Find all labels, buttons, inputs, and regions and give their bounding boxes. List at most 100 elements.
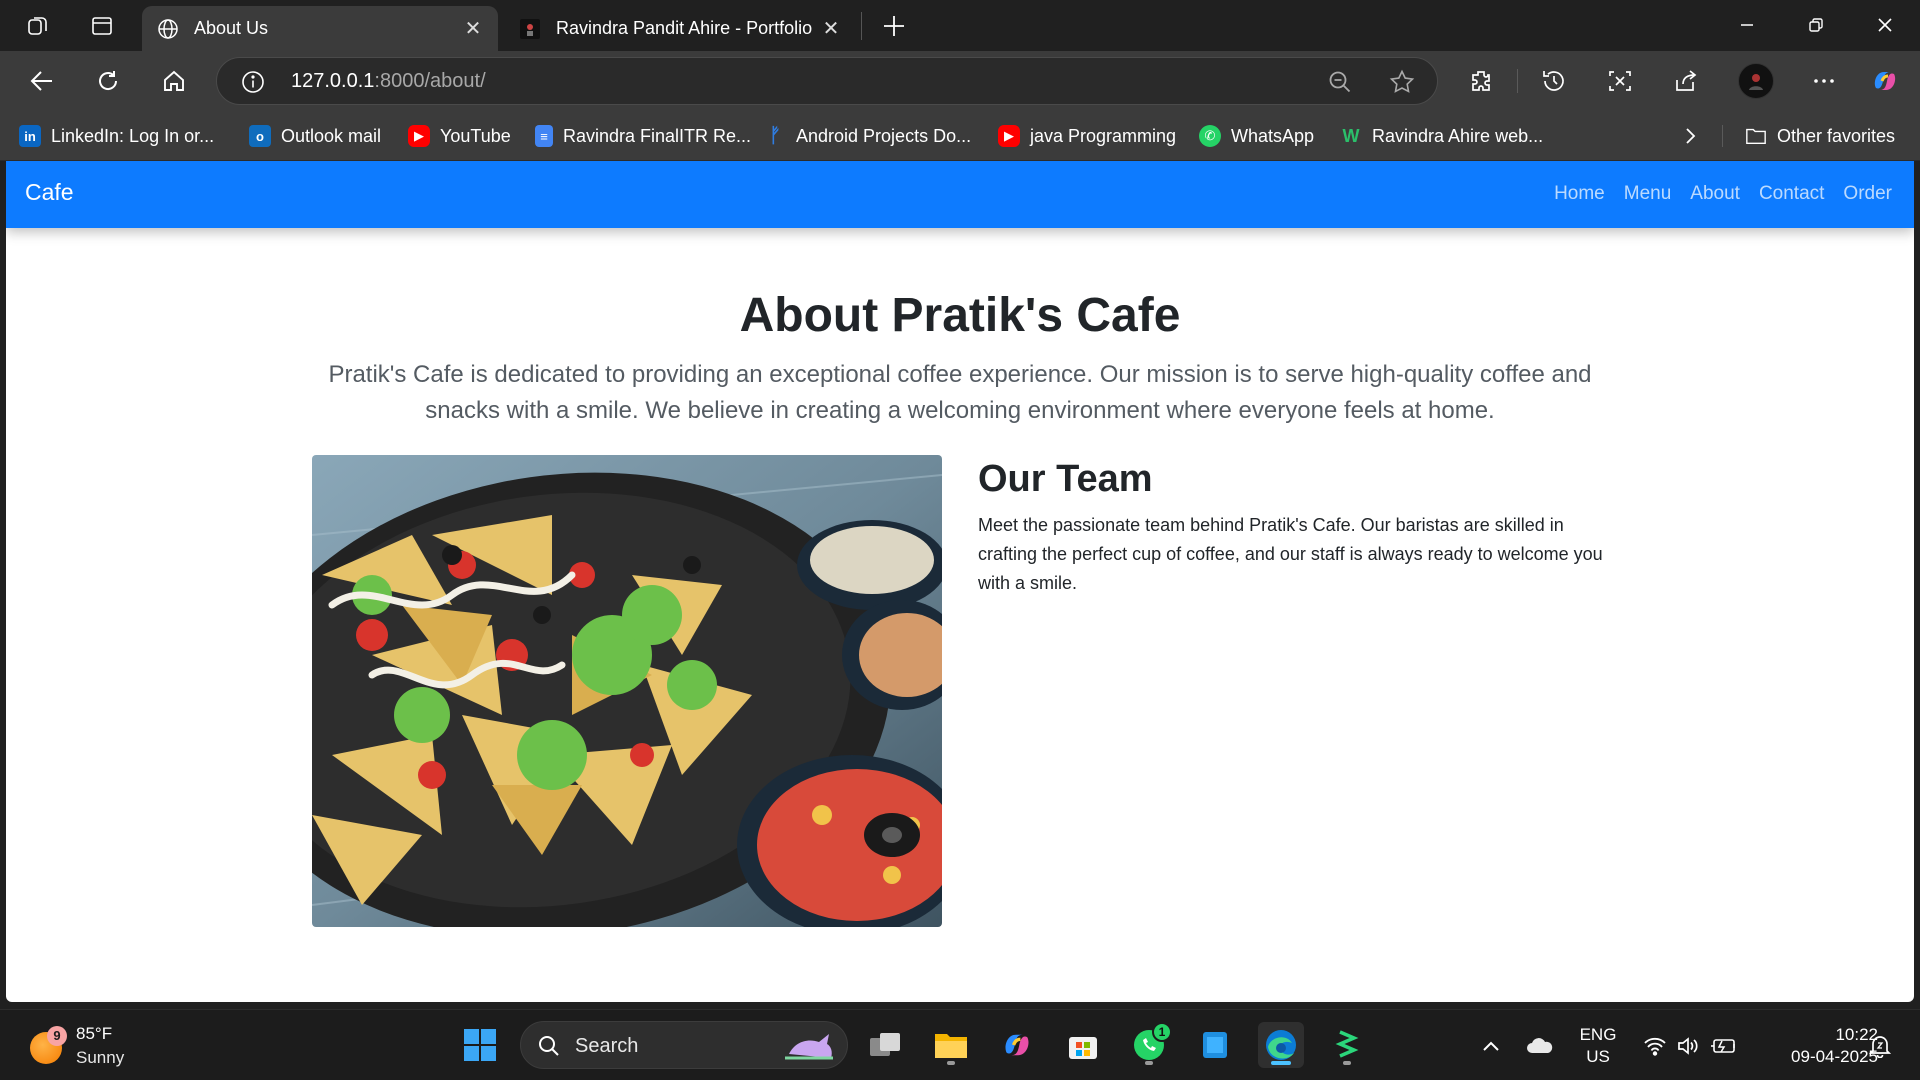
flutter-icon: ᚠ — [769, 124, 781, 147]
nav-links: Home Menu About Contact Order — [1554, 183, 1892, 205]
more-bookmarks-chevron-icon[interactable] — [1682, 123, 1698, 149]
url-text[interactable]: 127.0.0.1:8000/about/ — [291, 70, 486, 93]
battery-icon[interactable] — [1707, 1010, 1741, 1080]
docs-icon: ≡ — [535, 125, 553, 147]
bookmark-label: Android Projects Do... — [796, 125, 972, 146]
whatsapp-icon: ✆ — [1199, 125, 1221, 147]
bookmark-label: YouTube — [440, 125, 511, 146]
edge-browser-icon[interactable] — [1258, 1022, 1304, 1068]
search-highlight-icon — [785, 1034, 833, 1060]
nav-about[interactable]: About — [1690, 183, 1740, 205]
close-tab-icon[interactable]: ✕ — [820, 16, 842, 41]
zoom-out-icon[interactable] — [1327, 69, 1353, 100]
bookmark-ravindra-web[interactable]: W Ravindra Ahire web... — [1340, 123, 1544, 149]
copilot-app-icon[interactable] — [994, 1022, 1040, 1068]
volume-icon[interactable] — [1673, 1010, 1703, 1080]
home-icon[interactable] — [159, 66, 189, 96]
language-indicator[interactable]: ENG US — [1578, 1024, 1618, 1068]
favorite-star-icon[interactable] — [1389, 69, 1415, 100]
toolbar-divider — [1517, 69, 1518, 93]
app-terminal-icon[interactable] — [1324, 1022, 1370, 1068]
tab-title: Ravindra Pandit Ahire - Portfolio — [556, 18, 813, 38]
bookmark-linkedin[interactable]: in LinkedIn: Log In or... — [19, 123, 214, 149]
close-tab-icon[interactable]: ✕ — [462, 16, 484, 41]
copilot-icon[interactable] — [1870, 66, 1900, 96]
restore-icon[interactable] — [1801, 10, 1831, 40]
new-tab-icon[interactable] — [880, 12, 908, 40]
show-hidden-icons-chevron-icon[interactable] — [1476, 1010, 1506, 1080]
weather-badge: 9 — [47, 1026, 67, 1046]
profile-avatar[interactable] — [1738, 63, 1774, 99]
onedrive-icon[interactable] — [1522, 1010, 1558, 1080]
clock-date: 09-04-2025 — [1791, 1047, 1878, 1066]
bookmark-label: Ravindra FinalITR Re... — [563, 125, 752, 146]
taskbar: 9 85°F Sunny Search 1 ENG US 10:22 09-04… — [0, 1009, 1920, 1080]
workspaces-icon[interactable] — [24, 12, 52, 40]
clock[interactable]: 10:22 09-04-2025 — [1754, 1024, 1878, 1068]
task-view-icon[interactable] — [862, 1022, 908, 1068]
running-indicator — [1145, 1061, 1153, 1065]
nav-contact[interactable]: Contact — [1759, 183, 1824, 205]
close-window-icon[interactable] — [1870, 10, 1900, 40]
globe-icon — [156, 17, 180, 41]
notifications-bell-icon[interactable] — [1864, 1010, 1896, 1080]
site-navbar: Cafe Home Menu About Contact Order — [6, 161, 1914, 228]
other-favorites[interactable]: Other favorites — [1745, 123, 1895, 149]
wifi-icon[interactable] — [1640, 1010, 1670, 1080]
address-bar[interactable]: 127.0.0.1:8000/about/ — [216, 57, 1438, 105]
bookmark-outlook[interactable]: o Outlook mail — [249, 123, 381, 149]
bookmark-label: Ravindra Ahire web... — [1372, 125, 1544, 146]
nachos-image — [312, 455, 942, 927]
keyboard-region: US — [1586, 1047, 1610, 1066]
tab-actions-icon[interactable] — [88, 12, 116, 40]
address-toolbar: 127.0.0.1:8000/about/ — [0, 51, 1920, 111]
youtube-icon: ▶ — [408, 125, 430, 147]
tab-about-us[interactable]: About Us ✕ — [142, 6, 498, 51]
back-icon[interactable] — [27, 66, 57, 96]
share-icon[interactable] — [1671, 66, 1701, 96]
bookmark-youtube[interactable]: ▶ YouTube — [408, 123, 511, 149]
bookmark-android-projects[interactable]: ᚠ Android Projects Do... — [764, 123, 971, 149]
microsoft-store-icon[interactable] — [1060, 1022, 1106, 1068]
youtube-icon: ▶ — [998, 125, 1020, 147]
weather-condition[interactable]: Sunny — [76, 1048, 124, 1068]
history-icon[interactable] — [1539, 66, 1569, 96]
intro-paragraph: Pratik's Cafe is dedicated to providing … — [328, 361, 1592, 424]
more-options-icon[interactable] — [1809, 66, 1839, 96]
bookmark-label: Outlook mail — [281, 125, 382, 146]
tab-bar: About Us ✕ Ravindra Pandit Ahire - Portf… — [0, 0, 1920, 51]
file-explorer-icon[interactable] — [928, 1022, 974, 1068]
bookmark-whatsapp[interactable]: ✆ WhatsApp — [1199, 123, 1314, 149]
linkedin-icon: in — [19, 125, 41, 147]
weather-temperature[interactable]: 85°F — [76, 1024, 112, 1044]
site-info-icon[interactable] — [241, 70, 265, 99]
tab-title: About Us — [194, 18, 269, 38]
taskbar-search[interactable]: Search — [520, 1021, 848, 1069]
outlook-icon: o — [249, 125, 271, 147]
extensions-icon[interactable] — [1466, 66, 1496, 96]
minimize-icon[interactable] — [1732, 10, 1762, 40]
bookmark-label: WhatsApp — [1231, 125, 1315, 146]
bookmark-itr-doc[interactable]: ≡ Ravindra FinalITR Re... — [535, 123, 751, 149]
running-indicator — [947, 1061, 955, 1065]
team-heading: Our Team — [978, 458, 1153, 500]
refresh-icon[interactable] — [93, 66, 123, 96]
start-icon[interactable] — [457, 1022, 503, 1068]
nav-menu[interactable]: Menu — [1624, 183, 1672, 205]
nav-order[interactable]: Order — [1843, 183, 1892, 205]
running-indicator — [1343, 1061, 1351, 1065]
whatsapp-badge: 1 — [1152, 1022, 1172, 1042]
folder-icon — [1745, 125, 1767, 147]
whatsapp-app-icon[interactable]: 1 — [1126, 1022, 1172, 1068]
brand-link[interactable]: Cafe — [25, 179, 74, 206]
tab-portfolio[interactable]: Ravindra Pandit Ahire - Portfolio ✕ — [504, 6, 856, 51]
bookmark-java-programming[interactable]: ▶ java Programming — [998, 123, 1176, 149]
team-paragraph: Meet the passionate team behind Pratik's… — [978, 515, 1603, 593]
page-title: About Pratik's Cafe — [739, 289, 1181, 342]
nav-home[interactable]: Home — [1554, 183, 1605, 205]
notepad-icon[interactable] — [1192, 1022, 1238, 1068]
bookmark-label: java Programming — [1030, 125, 1177, 146]
bookmark-label: LinkedIn: Log In or... — [51, 125, 215, 146]
bookmark-divider — [1722, 125, 1723, 147]
screenshot-icon[interactable] — [1605, 66, 1635, 96]
